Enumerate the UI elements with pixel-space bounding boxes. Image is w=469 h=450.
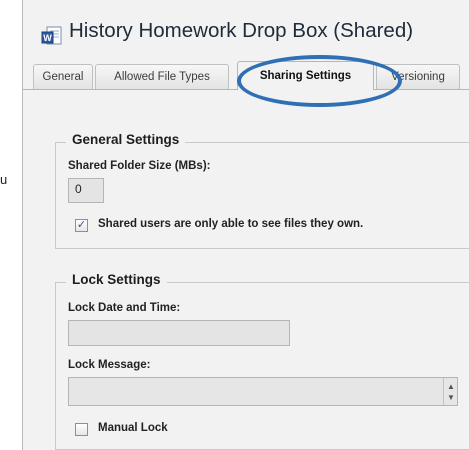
lock-date-field[interactable] [68,320,290,346]
general-settings-group: General Settings Shared Folder Size (MBs… [55,132,469,249]
stray-character: u [0,172,8,187]
sharing-settings-panel: General Settings Shared Folder Size (MBs… [23,90,469,450]
window-title: History Homework Drop Box (Shared) [69,19,414,42]
active-tab-joint [238,88,373,90]
spin-down-icon[interactable]: ▼ [447,392,455,403]
window-title-bar: W History Homework Drop Box (Shared) [23,12,469,48]
folder-size-field[interactable]: 0 [68,178,104,203]
svg-text:W: W [43,33,52,43]
tab-general[interactable]: General [33,64,93,89]
general-settings-title: General Settings [66,132,186,147]
own-files-checkbox[interactable]: ✓ [75,219,88,232]
manual-lock-checkbox[interactable] [75,423,88,436]
tab-allowed-file-types[interactable]: Allowed File Types [95,64,229,89]
lock-date-label: Lock Date and Time: [68,302,181,314]
lock-message-field[interactable] [68,377,458,406]
manual-lock-label: Manual Lock [98,422,168,434]
lock-settings-title: Lock Settings [66,272,167,287]
lock-settings-group: Lock Settings Lock Date and Time: Lock M… [55,272,469,450]
lock-message-spinner[interactable]: ▲ ▼ [443,378,458,405]
lock-message-label: Lock Message: [68,359,151,371]
settings-window: W History Homework Drop Box (Shared) Gen… [22,0,469,450]
tab-versioning[interactable]: Versioning [376,64,460,89]
folder-size-label: Shared Folder Size (MBs): [68,160,211,172]
tab-sharing-settings[interactable]: Sharing Settings [237,61,374,90]
own-files-checkbox-label: Shared users are only able to see files … [98,218,364,230]
spin-up-icon[interactable]: ▲ [447,381,455,392]
document-icon: W [41,26,63,46]
